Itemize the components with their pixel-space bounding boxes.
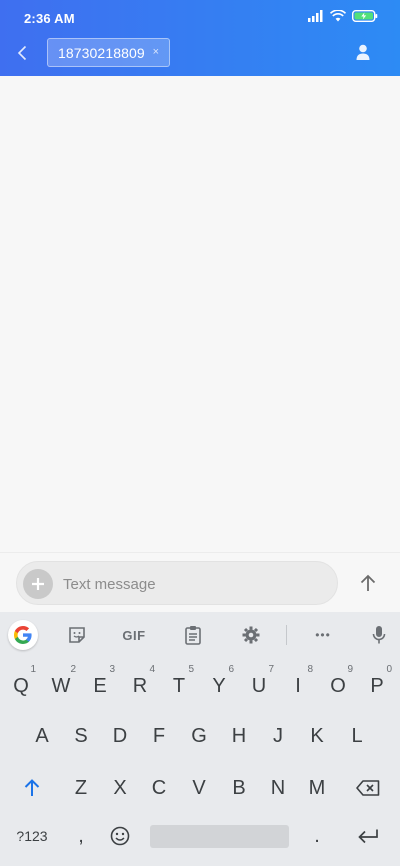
key-i[interactable]: I8	[279, 664, 317, 704]
sticker-icon	[69, 627, 85, 643]
microphone-icon	[372, 626, 386, 644]
sticker-button[interactable]	[66, 621, 88, 649]
key-q[interactable]: Q1	[2, 664, 40, 704]
enter-icon	[358, 829, 378, 844]
voice-input-button[interactable]	[368, 621, 390, 649]
message-field[interactable]	[16, 561, 338, 606]
key-x[interactable]: X	[101, 770, 139, 806]
key-label: E	[93, 674, 107, 697]
key-e[interactable]: E3	[81, 664, 119, 704]
clipboard-icon	[185, 626, 201, 645]
key-u[interactable]: U7	[240, 664, 278, 704]
key-label: P	[370, 674, 384, 697]
key-b[interactable]: B	[220, 770, 258, 806]
key-label: W	[51, 674, 71, 697]
key-s[interactable]: S	[62, 718, 100, 754]
key-label: U	[251, 674, 267, 697]
backspace-key[interactable]	[344, 770, 392, 806]
keyboard: GIF ••• Q1 W2 E3 R4 T5 Y6 U7 I8 O9 P0 A …	[0, 612, 400, 866]
key-label: O	[330, 674, 346, 697]
key-y[interactable]: Y6	[200, 664, 238, 704]
symbols-key[interactable]: ?123	[8, 818, 56, 854]
emoji-key[interactable]	[101, 818, 139, 854]
composer-bar	[0, 552, 400, 612]
shift-key[interactable]	[8, 770, 56, 806]
key-hint: 0	[386, 664, 392, 675]
key-hint: 4	[149, 664, 155, 675]
status-time: 2:36 AM	[24, 11, 75, 26]
key-r[interactable]: R4	[121, 664, 159, 704]
space-key[interactable]	[150, 825, 289, 848]
backspace-icon	[356, 780, 380, 796]
key-g[interactable]: G	[180, 718, 218, 754]
key-hint: 8	[307, 664, 313, 675]
settings-button[interactable]	[240, 621, 262, 649]
google-search-button[interactable]	[8, 620, 38, 650]
key-j[interactable]: J	[259, 718, 297, 754]
key-hint: 9	[347, 664, 353, 675]
key-v[interactable]: V	[180, 770, 218, 806]
key-label: R	[132, 674, 148, 697]
add-attachment-button[interactable]	[23, 569, 53, 599]
message-input[interactable]	[63, 562, 323, 606]
key-f[interactable]: F	[140, 718, 178, 754]
key-w[interactable]: W2	[42, 664, 80, 704]
key-m[interactable]: M	[298, 770, 336, 806]
wifi-icon	[329, 9, 347, 27]
app-header: 2:36 AM 18730218809 ×	[0, 0, 400, 76]
key-label: Q	[13, 674, 29, 697]
recipient-number: 18730218809	[58, 44, 145, 61]
chevron-left-icon	[17, 45, 27, 61]
keyboard-toolbar: GIF •••	[0, 612, 400, 658]
key-z[interactable]: Z	[62, 770, 100, 806]
more-button[interactable]: •••	[310, 621, 336, 649]
key-label: Y	[212, 674, 226, 697]
clipboard-button[interactable]	[182, 621, 204, 649]
back-button[interactable]	[10, 40, 34, 66]
key-label: I	[295, 674, 301, 697]
shift-arrow-icon	[24, 779, 40, 796]
key-a[interactable]: A	[23, 718, 61, 754]
key-hint: 1	[30, 664, 36, 675]
person-icon	[356, 44, 370, 60]
signal-icon	[308, 9, 324, 27]
key-l[interactable]: L	[338, 718, 376, 754]
key-hint: 2	[70, 664, 76, 675]
remove-recipient-button[interactable]: ×	[153, 46, 159, 58]
send-button[interactable]	[356, 571, 380, 595]
key-label: T	[172, 674, 186, 697]
gif-button[interactable]: GIF	[118, 621, 150, 649]
enter-key[interactable]	[344, 818, 392, 854]
key-p[interactable]: P0	[358, 664, 396, 704]
key-hint: 3	[109, 664, 115, 675]
contact-button[interactable]	[354, 43, 372, 61]
key-h[interactable]: H	[220, 718, 258, 754]
recipient-chip[interactable]: 18730218809 ×	[47, 38, 170, 67]
key-t[interactable]: T5	[160, 664, 198, 704]
key-hint: 5	[188, 664, 194, 675]
emoji-icon	[110, 826, 130, 846]
key-o[interactable]: O9	[319, 664, 357, 704]
key-hint: 7	[268, 664, 274, 675]
comma-key[interactable]: ,	[62, 818, 100, 854]
toolbar-divider	[286, 625, 287, 645]
key-d[interactable]: D	[101, 718, 139, 754]
key-n[interactable]: N	[259, 770, 297, 806]
status-bar: 2:36 AM	[0, 0, 400, 34]
key-c[interactable]: C	[140, 770, 178, 806]
period-key[interactable]: .	[298, 818, 336, 854]
gear-icon	[242, 626, 260, 644]
key-hint: 6	[228, 664, 234, 675]
status-icons	[308, 9, 378, 27]
key-k[interactable]: K	[298, 718, 336, 754]
plus-icon	[32, 578, 44, 590]
arrow-up-icon	[360, 574, 376, 591]
message-thread	[0, 76, 400, 552]
google-icon	[14, 626, 32, 644]
battery-charging-icon	[351, 9, 378, 27]
